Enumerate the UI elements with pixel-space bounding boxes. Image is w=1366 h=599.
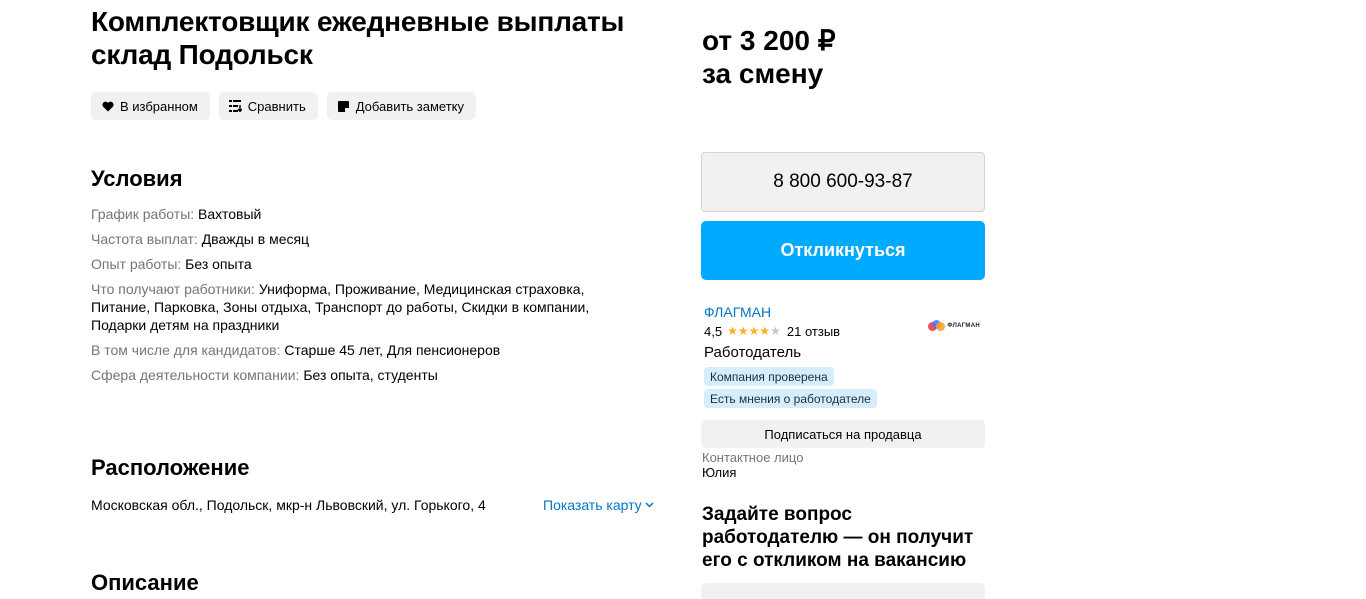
ask-question-heading: Задайте вопрос работодателю — он получит… [702,504,974,571]
condition-label: В том числе для кандидатов: [91,342,281,358]
ask-question-input[interactable] [701,583,985,599]
star-icon: ★ [737,324,749,338]
star-half-icon: ★ [770,324,781,338]
chevron-down-icon [645,502,654,508]
price-period: за смену [702,58,824,89]
add-note-button[interactable]: Добавить заметку [326,92,477,120]
condition-row: Сфера деятельности компании: Без опыта, … [91,366,631,384]
conditions-heading: Условия [91,166,183,191]
condition-label: Опыт работы: [91,256,182,272]
condition-row: В том числе для кандидатов: Старше 45 ле… [91,341,631,359]
condition-label: Частота выплат: [91,231,198,247]
subscribe-button[interactable]: Подписаться на продавца [701,420,985,448]
contact-name: Юлия [702,465,737,480]
condition-row: Что получают работники: Униформа, Прожив… [91,280,631,334]
compare-icon [229,99,243,113]
compare-button-label: Сравнить [247,98,306,114]
employer-reviews-badge[interactable]: Есть мнения о работодателе [704,389,877,408]
condition-row: Опыт работы: Без опыта [91,255,631,273]
seller-type: Работодатель [704,344,802,361]
condition-value: Старше 45 лет, Для пенсионеров [284,342,501,358]
star-icon: ★ [727,324,738,338]
location-heading: Расположение [91,455,250,480]
condition-label: Сфера деятельности компании: [91,367,300,383]
seller-logo-text: ФЛАГМАН [947,323,980,329]
rating-stars: ★ ★ ★ ★ ★ [727,325,781,338]
rating-value: 4,5 [704,324,723,339]
star-icon: ★ [759,324,771,338]
show-phone-button[interactable]: 8 800 600-93-87 [701,152,985,212]
contact-label: Контактное лицо [702,450,804,465]
verified-company-badge[interactable]: Компания проверена [704,367,834,386]
seller-rating[interactable]: 4,5 ★ ★ ★ ★ ★ 21 отзыв [704,324,840,339]
condition-row: Частота выплат: Дважды в месяц [91,230,631,248]
condition-value: Без опыта [185,256,252,272]
note-icon [337,99,351,113]
heart-icon [101,99,115,113]
compare-button[interactable]: Сравнить [218,92,318,120]
seller-logo-mark-icon [928,320,945,332]
condition-row: График работы: Вахтовый [91,205,631,223]
condition-value: Дважды в месяц [201,231,310,247]
condition-value: Без опыта, студенты [303,367,438,383]
seller-name-link[interactable]: ФЛАГМАН [704,304,771,320]
vacancy-actions: В избранном Сравнить Добавить заметку [91,92,477,120]
price: от 3 200 ₽ за смену [702,24,836,90]
seller-logo[interactable]: ФЛАГМАН [928,317,980,335]
conditions-list: График работы: Вахтовый Частота выплат: … [91,205,631,391]
condition-value: Вахтовый [198,206,262,222]
address-text: Московская обл., Подольск, мкр-н Львовск… [91,497,486,513]
respond-button[interactable]: Откликнуться [701,221,985,280]
add-note-button-label: Добавить заметку [355,98,465,114]
description-heading: Описание [91,570,199,595]
star-icon: ★ [748,324,760,338]
condition-label: График работы: [91,206,195,222]
condition-label: Что получают работники: [91,281,255,297]
reviews-count: 21 отзыв [786,324,841,339]
vacancy-title: Комплектовщик ежедневные выплаты склад П… [91,6,625,70]
favorite-button-label: В избранном [120,98,198,114]
show-map-label: Показать карту [543,497,642,513]
show-map-link[interactable]: Показать карту [543,497,654,513]
favorite-button[interactable]: В избранном [91,92,210,120]
price-amount: от 3 200 ₽ [702,25,836,56]
